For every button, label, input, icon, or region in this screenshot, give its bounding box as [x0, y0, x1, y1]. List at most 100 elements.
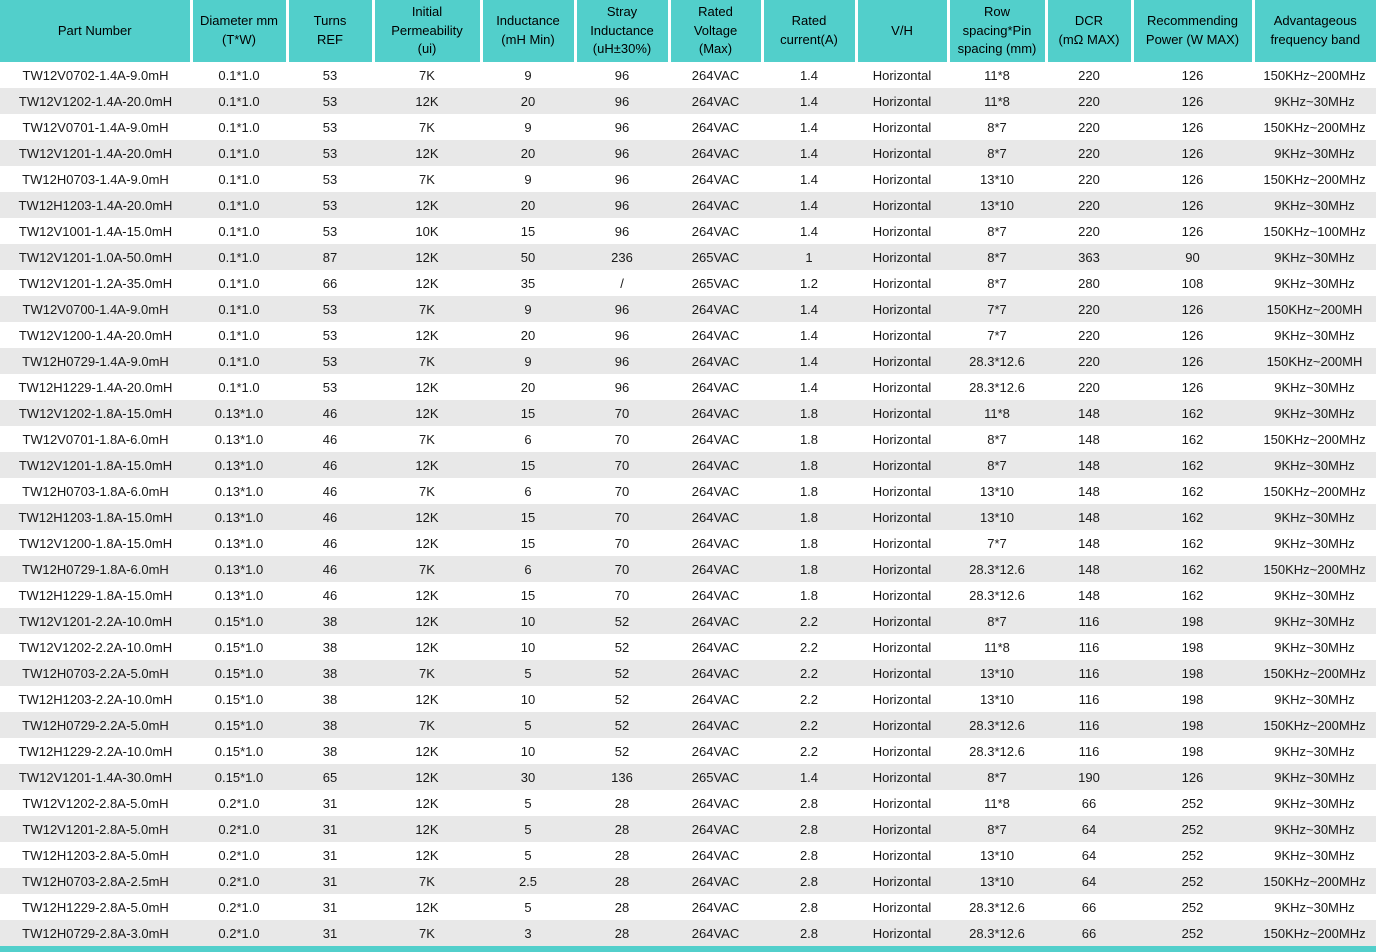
cell-row-pin-spacing: 13*10: [948, 660, 1046, 686]
cell-dcr: 220: [1046, 192, 1132, 218]
cell-stray-inductance: 70: [575, 400, 669, 426]
cell-dcr: 220: [1046, 62, 1132, 88]
cell-dcr: 220: [1046, 348, 1132, 374]
cell-rated-voltage: 264VAC: [669, 634, 762, 660]
cell-part-number: TW12H1203-1.4A-20.0mH: [0, 192, 191, 218]
cell-recommending-power: 126: [1132, 296, 1253, 322]
cell-rated-current: 1.4: [762, 764, 856, 790]
cell-dcr: 220: [1046, 88, 1132, 114]
cell-part-number: TW12V1201-2.2A-10.0mH: [0, 608, 191, 634]
cell-row-pin-spacing: 8*7: [948, 608, 1046, 634]
cell-v-h: Horizontal: [856, 530, 948, 556]
cell-initial-permeability: 12K: [373, 842, 481, 868]
column-header-initial-permeability: Initial Permeability (ui): [373, 0, 481, 62]
cell-rated-current: 1.8: [762, 556, 856, 582]
cell-initial-permeability: 7K: [373, 62, 481, 88]
cell-dcr: 148: [1046, 556, 1132, 582]
cell-rated-current: 1: [762, 244, 856, 270]
cell-frequency-band: 9KHz~30MHz: [1253, 738, 1376, 764]
cell-rated-current: 1.4: [762, 348, 856, 374]
cell-rated-voltage: 264VAC: [669, 868, 762, 894]
cell-initial-permeability: 7K: [373, 920, 481, 946]
cell-dcr: 280: [1046, 270, 1132, 296]
cell-initial-permeability: 12K: [373, 634, 481, 660]
cell-turns-ref: 53: [287, 62, 373, 88]
table-row: TW12V1201-2.2A-10.0mH0.15*1.03812K105226…: [0, 608, 1376, 634]
cell-rated-current: 1.4: [762, 374, 856, 400]
cell-recommending-power: 126: [1132, 218, 1253, 244]
cell-turns-ref: 31: [287, 894, 373, 920]
cell-stray-inductance: 70: [575, 426, 669, 452]
cell-part-number: TW12V1202-1.8A-15.0mH: [0, 400, 191, 426]
cell-rated-current: 2.8: [762, 842, 856, 868]
cell-turns-ref: 38: [287, 686, 373, 712]
cell-diameter-mm: 0.1*1.0: [191, 348, 287, 374]
cell-rated-voltage: 264VAC: [669, 712, 762, 738]
table-row: TW12H0729-2.2A-5.0mH0.15*1.0387K552264VA…: [0, 712, 1376, 738]
cell-rated-current: 1.4: [762, 114, 856, 140]
cell-frequency-band: 9KHz~30MHz: [1253, 270, 1376, 296]
table-row: TW12V1202-2.2A-10.0mH0.15*1.03812K105226…: [0, 634, 1376, 660]
cell-rated-voltage: 264VAC: [669, 816, 762, 842]
cell-frequency-band: 9KHz~30MHz: [1253, 88, 1376, 114]
cell-rated-current: 1.4: [762, 88, 856, 114]
cell-stray-inductance: 70: [575, 582, 669, 608]
column-header-v-h: V/H: [856, 0, 948, 62]
cell-frequency-band: 9KHz~30MHz: [1253, 764, 1376, 790]
cell-inductance: 15: [481, 582, 575, 608]
cell-rated-voltage: 264VAC: [669, 920, 762, 946]
cell-turns-ref: 53: [287, 348, 373, 374]
cell-dcr: 116: [1046, 608, 1132, 634]
cell-v-h: Horizontal: [856, 140, 948, 166]
cell-recommending-power: 126: [1132, 114, 1253, 140]
cell-initial-permeability: 12K: [373, 322, 481, 348]
cell-part-number: TW12V1200-1.8A-15.0mH: [0, 530, 191, 556]
cell-diameter-mm: 0.13*1.0: [191, 582, 287, 608]
cell-v-h: Horizontal: [856, 738, 948, 764]
cell-v-h: Horizontal: [856, 452, 948, 478]
cell-v-h: Horizontal: [856, 868, 948, 894]
cell-v-h: Horizontal: [856, 894, 948, 920]
cell-row-pin-spacing: 28.3*12.6: [948, 920, 1046, 946]
cell-initial-permeability: 12K: [373, 530, 481, 556]
cell-recommending-power: 126: [1132, 192, 1253, 218]
column-header-rated-voltage: Rated Voltage (Max): [669, 0, 762, 62]
cell-dcr: 148: [1046, 426, 1132, 452]
cell-row-pin-spacing: 11*8: [948, 88, 1046, 114]
cell-dcr: 116: [1046, 712, 1132, 738]
cell-diameter-mm: 0.13*1.0: [191, 478, 287, 504]
cell-turns-ref: 53: [287, 374, 373, 400]
cell-diameter-mm: 0.1*1.0: [191, 296, 287, 322]
cell-frequency-band: 150KHz~200MHz: [1253, 166, 1376, 192]
cell-turns-ref: 53: [287, 114, 373, 140]
cell-dcr: 148: [1046, 530, 1132, 556]
cell-dcr: 64: [1046, 842, 1132, 868]
cell-inductance: 9: [481, 62, 575, 88]
cell-rated-current: 1.4: [762, 166, 856, 192]
table-bottom-border: [0, 946, 1376, 952]
cell-diameter-mm: 0.1*1.0: [191, 270, 287, 296]
cell-dcr: 363: [1046, 244, 1132, 270]
cell-dcr: 220: [1046, 374, 1132, 400]
cell-turns-ref: 53: [287, 192, 373, 218]
cell-rated-voltage: 265VAC: [669, 764, 762, 790]
cell-row-pin-spacing: 28.3*12.6: [948, 556, 1046, 582]
cell-stray-inductance: 28: [575, 894, 669, 920]
cell-turns-ref: 31: [287, 790, 373, 816]
cell-v-h: Horizontal: [856, 192, 948, 218]
cell-rated-current: 1.4: [762, 62, 856, 88]
column-header-frequency-band: Advantageous frequency band: [1253, 0, 1376, 62]
table-row: TW12H0703-1.8A-6.0mH0.13*1.0467K670264VA…: [0, 478, 1376, 504]
cell-diameter-mm: 0.2*1.0: [191, 868, 287, 894]
cell-diameter-mm: 0.15*1.0: [191, 764, 287, 790]
cell-frequency-band: 150KHz~100MHz: [1253, 218, 1376, 244]
table-row: TW12H1203-2.8A-5.0mH0.2*1.03112K528264VA…: [0, 842, 1376, 868]
cell-initial-permeability: 7K: [373, 712, 481, 738]
cell-recommending-power: 126: [1132, 374, 1253, 400]
cell-v-h: Horizontal: [856, 244, 948, 270]
cell-turns-ref: 53: [287, 322, 373, 348]
cell-rated-voltage: 264VAC: [669, 842, 762, 868]
table-row: TW12V1201-1.4A-20.0mH0.1*1.05312K2096264…: [0, 140, 1376, 166]
cell-row-pin-spacing: 13*10: [948, 868, 1046, 894]
cell-recommending-power: 126: [1132, 140, 1253, 166]
